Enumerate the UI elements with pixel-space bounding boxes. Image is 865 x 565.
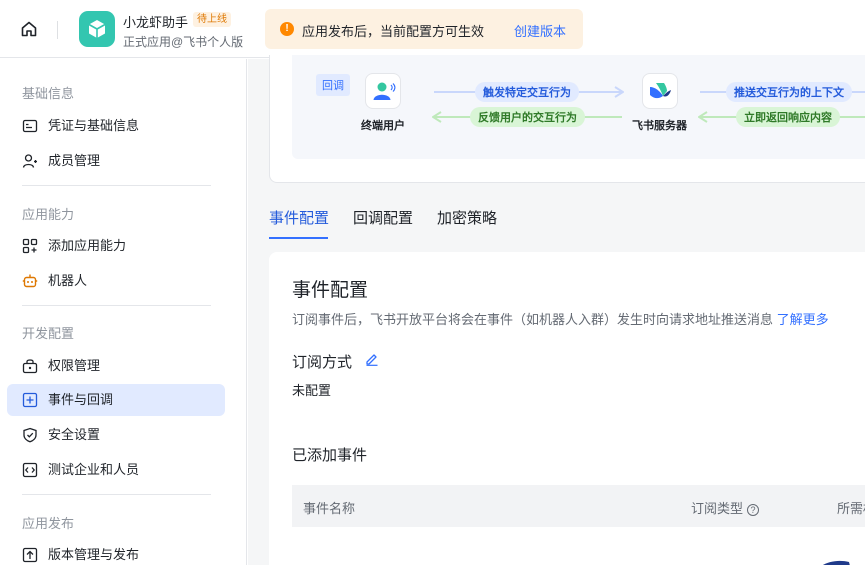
add-capability-icon — [22, 238, 38, 254]
column-required-permission: 所需权 — [837, 501, 865, 516]
publish-notice: ! 应用发布后，当前配置方可生效 创建版本 — [265, 9, 583, 49]
section-description: 订阅事件后，飞书开放平台将会在事件（如机器人入群）发生时向请求地址推送消息 了解… — [292, 309, 829, 328]
help-icon[interactable]: ? — [747, 504, 760, 516]
callback-tag: 回调 — [316, 74, 350, 96]
sidebar-item-label: 凭证与基础信息 — [48, 118, 140, 133]
home-icon[interactable] — [18, 18, 40, 40]
sidebar-item-test[interactable]: 测试企业和人员 — [7, 454, 225, 486]
arrow-left-icon — [698, 111, 708, 123]
sidebar-item-label: 版本管理与发布 — [48, 547, 140, 562]
description-text: 订阅事件后，飞书开放平台将会在事件（如机器人入群）发生时向请求地址推送消息 — [292, 312, 774, 327]
arrow-right-icon — [614, 86, 624, 98]
sidebar: 基础信息 凭证与基础信息 成员管理 应用能力 添加应用能力 机器人 开发配置 权… — [0, 59, 247, 565]
sidebar-item-add-capability[interactable]: 添加应用能力 — [7, 230, 225, 262]
shield-icon — [23, 427, 37, 443]
robot-icon — [22, 274, 38, 288]
publish-icon — [22, 547, 38, 563]
end-user-label: 终端用户 — [361, 120, 405, 132]
flow-diagram: 回调 终端用户 触发特定交互行为 反馈用户的交互行为 飞书服务器 推送交互行为的… — [292, 55, 865, 159]
active-tab-indicator — [269, 237, 328, 239]
sidebar-item-permissions[interactable]: 权限管理 — [7, 350, 225, 382]
feedback-pill: 反馈用户的交互行为 — [470, 107, 585, 127]
column-event-name: 事件名称 — [303, 501, 356, 516]
learn-more-link[interactable]: 了解更多 — [777, 312, 829, 327]
trigger-pill: 触发特定交互行为 — [475, 82, 579, 102]
empty-state-illustration — [822, 560, 850, 565]
sidebar-item-label: 测试企业和人员 — [48, 462, 140, 477]
return-content-pill: 立即返回响应内容 — [736, 107, 840, 127]
server-label: 飞书服务器 — [632, 120, 687, 132]
header-divider — [57, 21, 58, 39]
section-title-capability: 应用能力 — [22, 207, 75, 222]
main-content: 回调 终端用户 触发特定交互行为 反馈用户的交互行为 飞书服务器 推送交互行为的… — [248, 55, 865, 565]
tab-callback-config[interactable]: 回调配置 — [353, 207, 413, 228]
tab-bar: 事件配置 回调配置 加密策略 — [269, 207, 865, 239]
feishu-server-icon — [642, 73, 678, 109]
subscription-method-value: 未配置 — [292, 383, 332, 398]
member-icon — [22, 154, 37, 168]
sidebar-item-robot[interactable]: 机器人 — [7, 265, 225, 297]
events-table-header: 事件名称 订阅类型? 所需权 — [292, 485, 865, 527]
end-user-icon — [365, 73, 401, 109]
sidebar-divider — [22, 305, 211, 306]
sidebar-item-members[interactable]: 成员管理 — [7, 145, 225, 177]
subscription-method-label: 订阅方式 — [292, 354, 353, 371]
credential-icon — [22, 119, 38, 133]
app-logo-icon — [79, 11, 115, 47]
sidebar-item-label: 成员管理 — [48, 153, 101, 168]
warning-icon: ! — [280, 22, 294, 36]
permission-icon — [22, 359, 38, 374]
app-name: 小龙虾助手 — [123, 15, 189, 30]
sidebar-item-label: 事件与回调 — [48, 392, 114, 407]
sidebar-item-label: 添加应用能力 — [48, 238, 127, 253]
event-config-card: 事件配置 订阅事件后，飞书开放平台将会在事件（如机器人入群）发生时向请求地址推送… — [269, 252, 865, 565]
sidebar-item-label: 安全设置 — [48, 427, 101, 442]
notice-text: 应用发布后，当前配置方可生效 — [302, 24, 485, 39]
section-title-basic: 基础信息 — [22, 86, 75, 101]
sidebar-item-events[interactable]: 事件与回调 — [7, 384, 225, 416]
tab-encryption[interactable]: 加密策略 — [437, 207, 497, 228]
flow-diagram-card: 回调 终端用户 触发特定交互行为 反馈用户的交互行为 飞书服务器 推送交互行为的… — [269, 55, 865, 183]
sidebar-item-security[interactable]: 安全设置 — [7, 419, 225, 451]
sidebar-item-credentials[interactable]: 凭证与基础信息 — [7, 110, 225, 142]
sidebar-item-label: 机器人 — [48, 273, 88, 288]
column-label: 订阅类型 — [691, 501, 744, 516]
test-icon — [22, 462, 38, 478]
sidebar-divider — [22, 185, 211, 186]
sidebar-divider — [22, 494, 211, 495]
status-badge: 待上线 — [193, 12, 231, 27]
section-title: 事件配置 — [292, 280, 369, 301]
arrow-left-icon — [432, 111, 442, 123]
column-subscription-type: 订阅类型? — [691, 498, 760, 517]
tab-event-config[interactable]: 事件配置 — [269, 207, 329, 228]
sidebar-item-publish[interactable]: 版本管理与发布 — [7, 539, 225, 565]
section-title-publish: 应用发布 — [22, 516, 75, 531]
sidebar-item-label: 权限管理 — [48, 358, 101, 373]
added-events-title: 已添加事件 — [292, 447, 368, 464]
push-context-pill: 推送交互行为的上下文 — [726, 82, 852, 102]
app-subtitle: 正式应用@飞书个人版 — [123, 35, 244, 49]
event-icon — [22, 392, 38, 408]
section-title-dev: 开发配置 — [22, 326, 75, 341]
edit-icon[interactable] — [365, 352, 379, 366]
create-version-link[interactable]: 创建版本 — [514, 21, 566, 40]
top-header: 小龙虾助手 待上线 正式应用@飞书个人版 ! 应用发布后，当前配置方可生效 创建… — [0, 0, 865, 58]
